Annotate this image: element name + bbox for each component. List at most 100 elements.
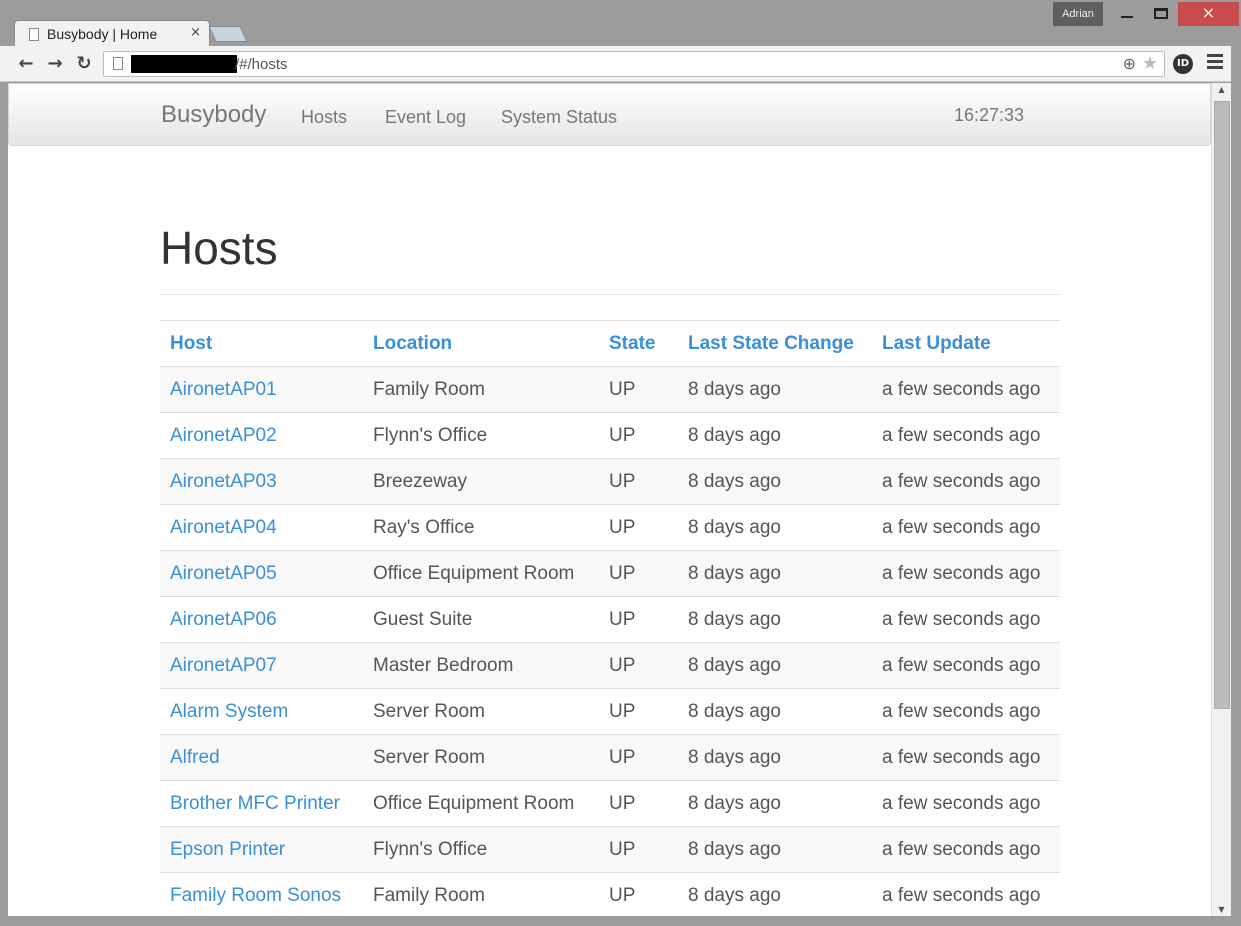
table-row: Brother MFC Printer Office Equipment Room… — [160, 780, 1060, 827]
title-divider — [160, 294, 1060, 295]
profile-button[interactable]: Adrian — [1053, 2, 1103, 26]
state-cell: UP — [599, 642, 678, 689]
host-link[interactable]: Alarm System — [170, 701, 288, 722]
nav-hosts[interactable]: Hosts — [301, 107, 347, 128]
nav-event-log[interactable]: Event Log — [385, 107, 466, 128]
browser-tab[interactable]: Busybody | Home × — [14, 20, 210, 48]
star-icon[interactable]: ★ — [1142, 53, 1158, 74]
table-header-row: Host Location State Last State Change La… — [160, 320, 1060, 367]
last-update-cell: a few seconds ago — [872, 504, 1060, 551]
arrow-right-icon[interactable]: → — [43, 52, 67, 76]
host-cell: Alfred — [160, 734, 363, 781]
minimize-icon — [1121, 16, 1133, 18]
last-state-change-cell: 8 days ago — [678, 642, 872, 689]
hosts-table: Host Location State Last State Change La… — [160, 320, 1060, 916]
state-cell: UP — [599, 688, 678, 735]
clock: 16:27:33 — [954, 105, 1025, 125]
minimize-button[interactable] — [1112, 2, 1142, 26]
scrollbar-thumb[interactable] — [1214, 101, 1230, 709]
tab-close-icon[interactable]: × — [190, 25, 201, 40]
last-update-cell: a few seconds ago — [872, 872, 1060, 916]
host-link[interactable]: Family Room Sonos — [170, 885, 341, 906]
host-link[interactable]: AironetAP01 — [170, 379, 277, 400]
last-update-cell: a few seconds ago — [872, 366, 1060, 413]
last-state-change-cell: 8 days ago — [678, 688, 872, 735]
host-link[interactable]: AironetAP06 — [170, 609, 277, 630]
host-cell: Alarm System — [160, 688, 363, 735]
column-header-last-state-change[interactable]: Last State Change — [678, 320, 872, 367]
location-cell: Family Room — [363, 366, 599, 413]
last-state-change-cell: 8 days ago — [678, 872, 872, 916]
location-cell: Office Equipment Room — [363, 550, 599, 597]
scroll-down-icon[interactable]: ▼ — [1212, 905, 1231, 914]
close-window-button[interactable]: × — [1178, 2, 1239, 26]
last-update-cell: a few seconds ago — [872, 550, 1060, 597]
host-link[interactable]: AironetAP07 — [170, 655, 277, 676]
table-row: AironetAP03 Breezeway UP 8 days ago a few se… — [160, 458, 1060, 505]
host-cell: AironetAP02 — [160, 412, 363, 459]
reload-icon[interactable]: ↻ — [72, 52, 96, 76]
tab-title: Busybody | Home — [47, 26, 158, 42]
browser-toolbar: ← → ↻ /#/hosts ⊕ ★ ID — [0, 46, 1241, 82]
zoom-icon[interactable]: ⊕ — [1123, 54, 1136, 73]
new-tab-button[interactable] — [208, 26, 248, 42]
host-link[interactable]: Epson Printer — [170, 839, 285, 860]
brand-link[interactable]: Busybody — [161, 101, 266, 129]
maximize-button[interactable] — [1146, 2, 1176, 26]
last-update-cell: a few seconds ago — [872, 642, 1060, 689]
menu-icon[interactable] — [1207, 54, 1223, 72]
location-cell: Server Room — [363, 688, 599, 735]
last-update-cell: a few seconds ago — [872, 596, 1060, 643]
host-link[interactable]: AironetAP02 — [170, 425, 277, 446]
maximize-icon — [1154, 8, 1168, 19]
host-link[interactable]: AironetAP05 — [170, 563, 277, 584]
host-cell: AironetAP01 — [160, 366, 363, 413]
column-header-state[interactable]: State — [599, 320, 678, 367]
location-cell: Server Room — [363, 734, 599, 781]
location-cell: Family Room — [363, 872, 599, 916]
state-cell: UP — [599, 458, 678, 505]
host-link[interactable]: AironetAP03 — [170, 471, 277, 492]
table-row: AironetAP02 Flynn's Office UP 8 days ago a f… — [160, 412, 1060, 459]
vertical-scrollbar[interactable]: ▲ ▼ — [1211, 83, 1231, 916]
window-frame — [1231, 46, 1241, 926]
last-state-change-cell: 8 days ago — [678, 734, 872, 781]
host-cell: AironetAP07 — [160, 642, 363, 689]
host-link[interactable]: AironetAP04 — [170, 517, 277, 538]
host-cell: Family Room Sonos — [160, 872, 363, 916]
arrow-left-icon[interactable]: ← — [14, 52, 38, 76]
location-cell: Master Bedroom — [363, 642, 599, 689]
location-cell: Breezeway — [363, 458, 599, 505]
close-icon: × — [1201, 3, 1216, 22]
column-header-host[interactable]: Host — [160, 320, 363, 367]
table-row: AironetAP06 Guest Suite UP 8 days ago a few … — [160, 596, 1060, 643]
last-state-change-cell: 8 days ago — [678, 780, 872, 827]
state-cell: UP — [599, 412, 678, 459]
last-state-change-cell: 8 days ago — [678, 458, 872, 505]
page-viewport: Busybody Hosts Event Log System Status 1… — [8, 83, 1211, 916]
state-cell: UP — [599, 734, 678, 781]
redacted-host — [131, 55, 237, 73]
state-cell: UP — [599, 872, 678, 916]
last-state-change-cell: 8 days ago — [678, 504, 872, 551]
last-state-change-cell: 8 days ago — [678, 412, 872, 459]
column-header-location[interactable]: Location — [363, 320, 599, 367]
location-cell: Office Equipment Room — [363, 780, 599, 827]
extension-icon[interactable]: ID — [1173, 54, 1193, 74]
column-header-last-update[interactable]: Last Update — [872, 320, 1060, 367]
host-link[interactable]: Brother MFC Printer — [170, 793, 340, 814]
host-link[interactable]: Alfred — [170, 747, 220, 768]
location-cell: Guest Suite — [363, 596, 599, 643]
address-bar[interactable]: /#/hosts ⊕ ★ — [103, 51, 1165, 77]
table-row: AironetAP05 Office Equipment Room UP 8 days… — [160, 550, 1060, 597]
scroll-up-icon[interactable]: ▲ — [1212, 85, 1231, 94]
state-cell: UP — [599, 596, 678, 643]
hosts-table-body: AironetAP01 Family Room UP 8 days ago a few … — [160, 366, 1060, 916]
host-cell: Epson Printer — [160, 826, 363, 873]
state-cell: UP — [599, 780, 678, 827]
state-cell: UP — [599, 504, 678, 551]
location-cell: Ray's Office — [363, 504, 599, 551]
nav-system-status[interactable]: System Status — [501, 107, 617, 128]
window-titlebar: Busybody | Home × Adrian × — [0, 0, 1241, 48]
table-row: Alfred Server Room UP 8 days ago a few secon… — [160, 734, 1060, 781]
